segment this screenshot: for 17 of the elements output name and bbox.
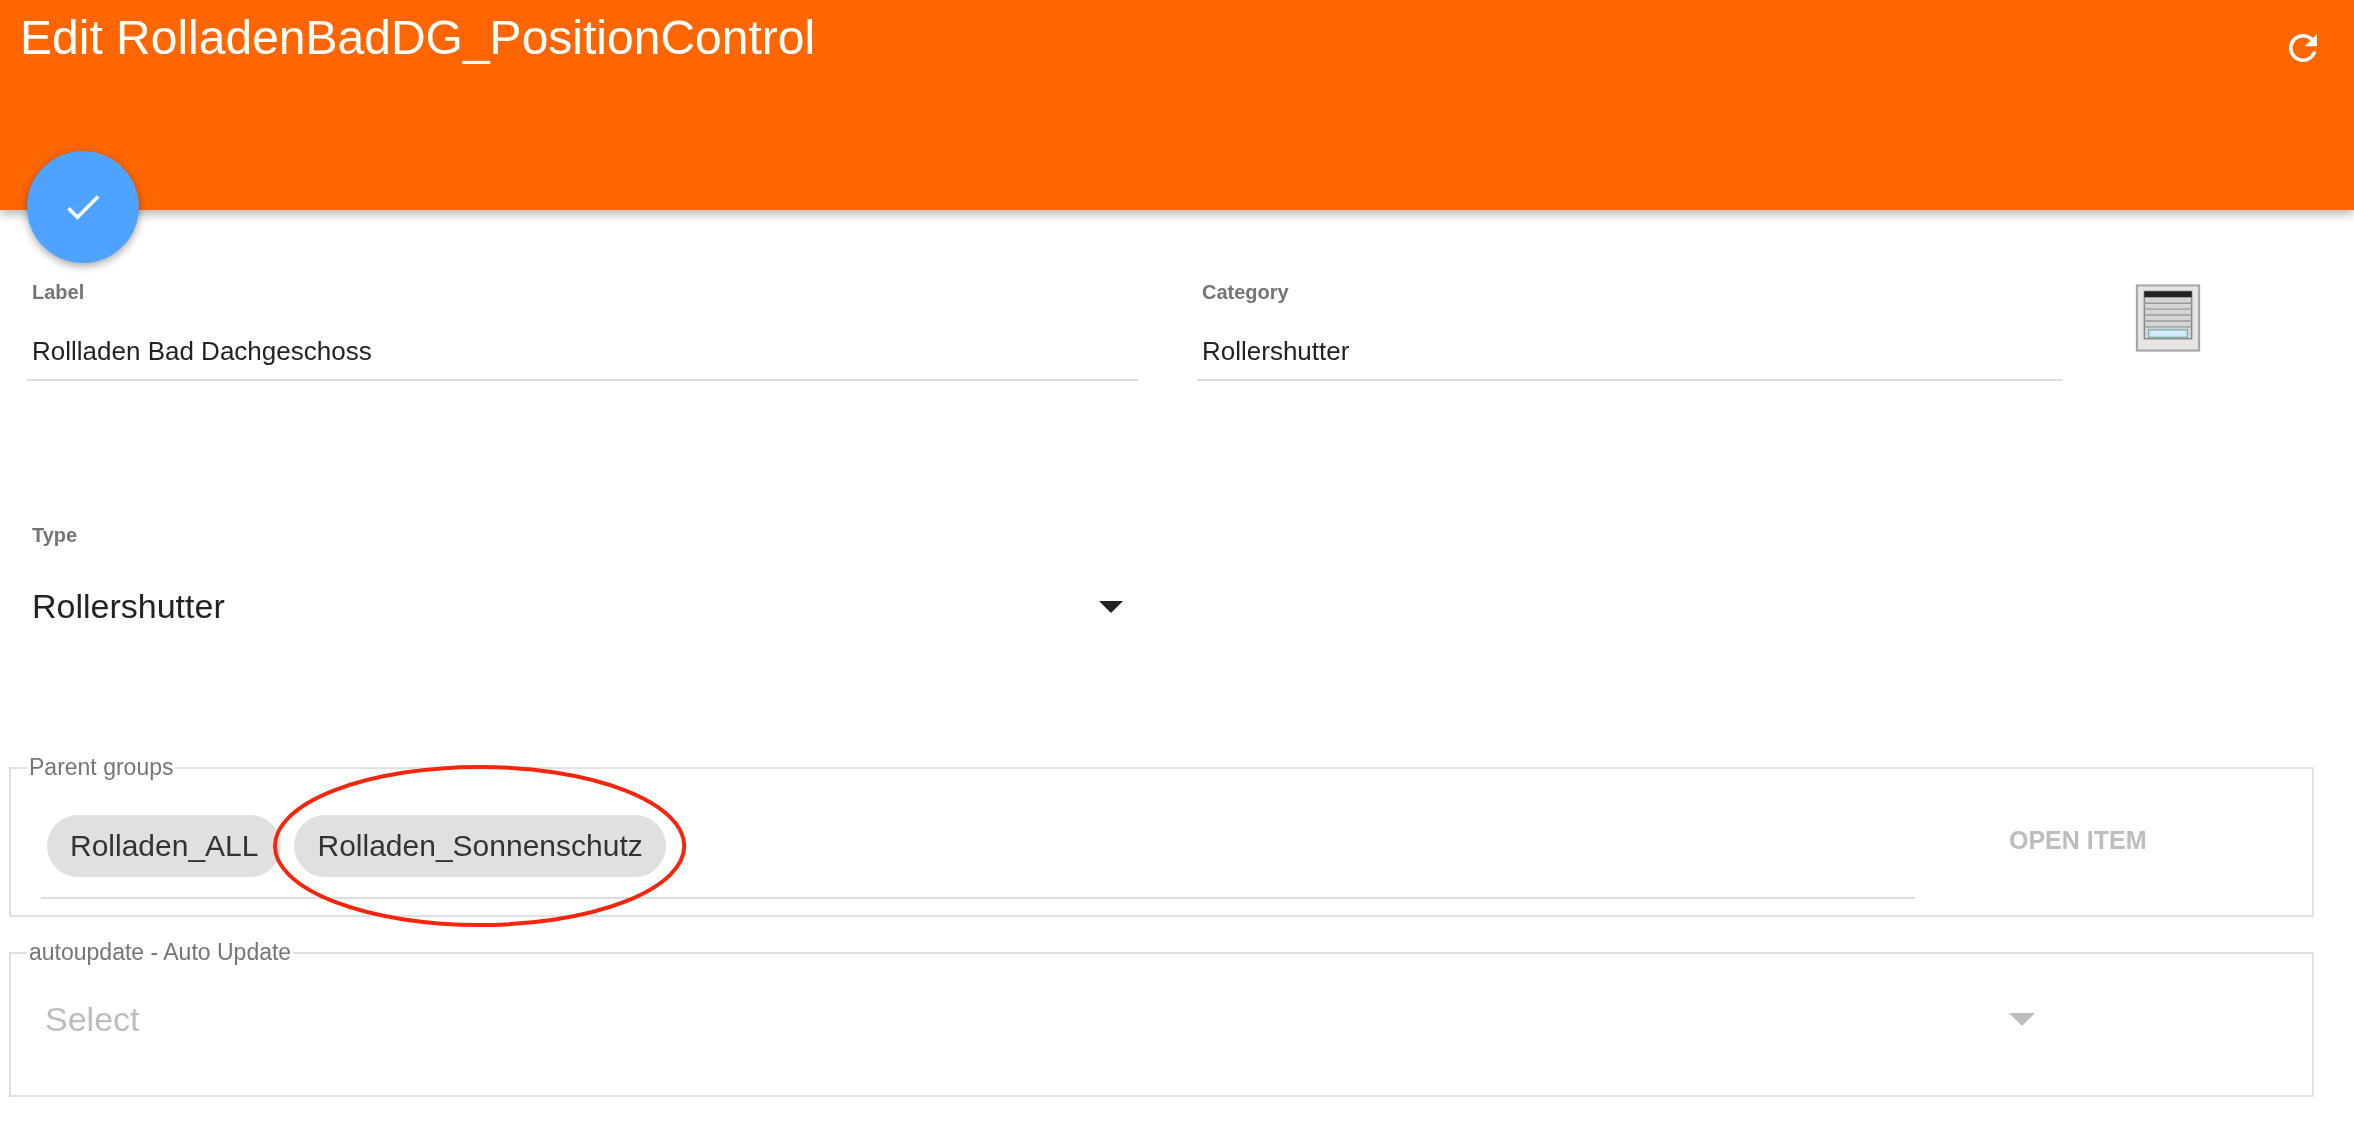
save-button[interactable] — [27, 151, 139, 263]
field-label: Type — [32, 523, 79, 547]
page-title: Edit RolladenBadDG_PositionControl — [20, 10, 816, 66]
dropdown-value: Rollershutter — [32, 587, 225, 626]
dropdown-arrow-icon — [1099, 600, 1123, 613]
text-field[interactable]: Rollershutter — [1197, 304, 2063, 381]
field-label: Label — [32, 280, 86, 304]
group-chip[interactable]: Rolladen_ALL — [47, 815, 282, 877]
field-label: Category — [1202, 280, 1290, 304]
dropdown-placeholder: Select — [45, 1000, 140, 1039]
type-dropdown[interactable]: Rollershutter — [27, 547, 1123, 626]
group-chip[interactable]: Rolladen_Sonnenschutz — [294, 815, 666, 877]
panel-legend: Parent groups — [27, 754, 176, 781]
panel-legend: autoupdate - Auto Update — [27, 939, 294, 966]
dropdown-arrow-icon — [2009, 1013, 2035, 1026]
text-field[interactable]: Rollladen Bad Dachgeschoss — [27, 304, 1138, 381]
chips-field[interactable]: Rolladen_ALL Rolladen_Sonnenschutz — [41, 781, 1915, 899]
